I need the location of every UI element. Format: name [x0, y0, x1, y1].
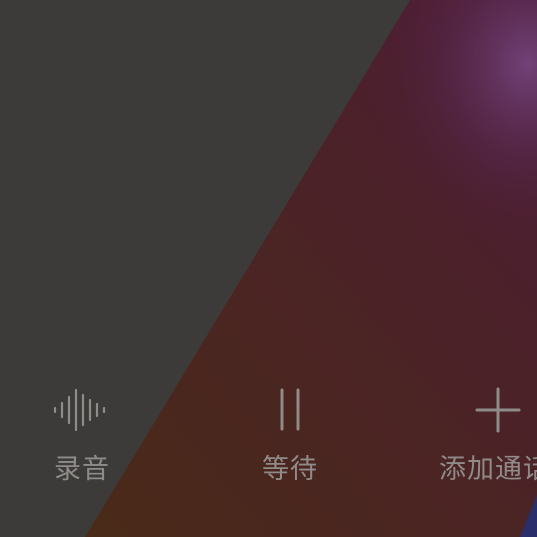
call-actions: 录音 等待 添加通话 — [0, 0, 537, 537]
hold-button[interactable]: 等待 — [220, 385, 360, 485]
plus-icon — [475, 387, 521, 433]
add-call-button[interactable]: 添加通话 — [428, 385, 537, 485]
record-button[interactable]: 录音 — [12, 385, 152, 485]
waveform-icon — [53, 388, 106, 432]
hold-label: 等待 — [262, 454, 318, 485]
pause-icon — [280, 388, 300, 431]
add-call-label: 添加通话 — [439, 454, 537, 485]
record-label: 录音 — [54, 454, 110, 485]
